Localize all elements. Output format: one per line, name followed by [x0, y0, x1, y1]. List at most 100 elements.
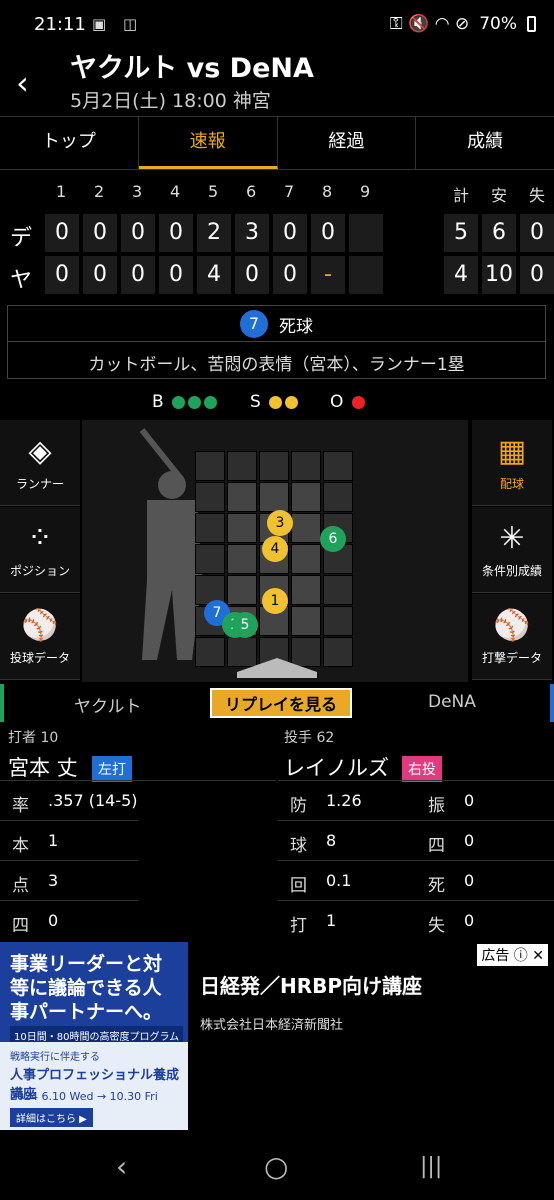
inning-header: 5 [208, 182, 219, 201]
ad-details-button[interactable]: 詳細はこちら ▶ [10, 1108, 93, 1127]
tab-live[interactable]: 速報 [138, 117, 278, 169]
pitcher-stat-value: 0 [464, 871, 475, 890]
pitcher-stat-label: 振 [428, 796, 445, 816]
inning-score: 0 [83, 214, 117, 252]
pitch-grid-icon: ▦ [497, 434, 527, 469]
inning-header: 4 [170, 182, 181, 201]
game-header: ‹ ヤクルト vs DeNA 5月2日(土) 18:00 神宮 [0, 42, 554, 118]
play-description: カットボール、苦悶の表情（宮本）、ランナー1塁 [88, 355, 465, 375]
position-button[interactable]: ⁘ ポジション [0, 507, 80, 593]
system-nav-bar: ‹ ○ ||| [0, 1132, 554, 1200]
notification-icons: ▣ ◫ [92, 15, 144, 33]
pitch-marker[interactable]: 5 [232, 612, 258, 638]
inning-score: 0 [235, 256, 269, 294]
zone-cell [291, 544, 321, 574]
replay-button[interactable]: リプレイを見る [210, 688, 352, 718]
zone-cell [291, 513, 321, 543]
pitcher-stat-value: 1.26 [326, 791, 362, 810]
inning-header: 2 [94, 182, 105, 201]
batter-stat-row: 点3 [0, 860, 138, 900]
battery-icon [527, 16, 536, 32]
pitcher-stat-value: 8 [326, 831, 337, 850]
zone-cell [227, 482, 257, 512]
replay-away-team[interactable]: DeNA [428, 692, 476, 712]
batter-role: 打者 10 [8, 730, 59, 746]
pitcher-stat-label: 失 [428, 916, 445, 936]
pitcher-stat-label: 死 [428, 876, 445, 896]
replay-home-team[interactable]: ヤクルト [74, 692, 142, 717]
ad-banner[interactable]: 事業リーダーと対等に議論できる人事パートナーへ。 10日間・80時間の高密度プロ… [0, 942, 554, 1132]
pitch-marker[interactable]: 3 [267, 510, 293, 536]
out-count: O [330, 392, 365, 412]
batter-stat-label: 四 [12, 916, 29, 936]
split-stats-button[interactable]: ✳ 条件別成績 [472, 507, 552, 593]
pitcher-stat-label: 回 [290, 876, 307, 896]
diamond-icon: ◈ [28, 434, 52, 469]
inning-score: 4 [197, 256, 231, 294]
zone-cell [195, 451, 225, 481]
totals-header: 失 [529, 186, 546, 205]
pitcher-stat-value: 0 [464, 911, 475, 930]
tab-stats[interactable]: 成績 [416, 117, 554, 169]
inning-score: 0 [83, 256, 117, 294]
batter-hand-badge: 左打 [92, 756, 132, 782]
replay-bar: ヤクルト リプレイを見る DeNA [0, 684, 554, 722]
zone-cell [291, 575, 321, 605]
pitcher-stat-value: 1 [326, 911, 337, 930]
field-positions-icon: ⁘ [27, 521, 53, 556]
inning-header: 6 [246, 182, 257, 201]
nav-home-icon[interactable]: ○ [264, 1150, 288, 1183]
game-subtitle: 5月2日(土) 18:00 神宮 [70, 90, 271, 112]
ad-image[interactable]: 事業リーダーと対等に議論できる人事パートナーへ。 10日間・80時間の高密度プロ… [0, 942, 188, 1130]
runner-label: ランナー [15, 477, 64, 491]
ball-dot [188, 395, 202, 409]
tab-progress[interactable]: 経過 [278, 117, 417, 169]
pitcher-hand-badge: 右投 [402, 756, 442, 782]
pitch-marker[interactable]: 1 [262, 588, 288, 614]
play-type: 死球 [279, 316, 314, 337]
pitch-number-badge: 7 [239, 310, 268, 338]
inning-score: 0 [45, 256, 79, 294]
zone-cell [227, 575, 257, 605]
team-abbrev: デ [10, 226, 33, 251]
status-right: ⚿ 🔇 ◠ ⊘ 70% [390, 14, 536, 34]
zone-cell [195, 513, 225, 543]
zone-cell [323, 575, 353, 605]
ball-dot [204, 395, 218, 409]
pitch-sequence-button[interactable]: ▦ 配球 [472, 420, 552, 506]
batting-data-button[interactable]: ⚾ 打撃データ [472, 594, 552, 680]
status-time: 21:11 [34, 14, 86, 35]
pitch-data-button[interactable]: ⚾ 投球データ [0, 594, 80, 680]
runner-button[interactable]: ◈ ランナー [0, 420, 80, 506]
split-stats-label: 条件別成績 [481, 564, 542, 578]
back-arrow-icon[interactable]: ‹ [16, 64, 29, 102]
ad-title[interactable]: 日経発／HRBP向け講座 [200, 970, 422, 999]
ball-dot [172, 395, 186, 409]
zone-cell [195, 544, 225, 574]
strike-dot [269, 395, 283, 409]
batter-stat-label: 本 [12, 836, 29, 856]
total-value: 0 [520, 214, 554, 252]
nav-recent-icon[interactable]: ||| [420, 1154, 442, 1179]
nav-back-icon[interactable]: ‹ [116, 1150, 127, 1183]
batter-name[interactable]: 宮本 丈 [8, 752, 78, 782]
inning-score [349, 214, 383, 252]
play-header: 7 死球 [8, 310, 545, 342]
total-value: 6 [482, 214, 516, 252]
tab-top[interactable]: トップ [0, 117, 139, 169]
game-title: ヤクルト vs DeNA [70, 53, 314, 84]
pitch-data-label: 投球データ [9, 651, 70, 665]
pitch-marker[interactable]: 6 [320, 526, 346, 552]
ad-choices-icon[interactable]: 広告 ⓘ ✕ [477, 944, 548, 966]
total-value: 4 [444, 256, 478, 294]
strike-dot [285, 395, 299, 409]
inning-score: 2 [197, 214, 231, 252]
pitcher-name[interactable]: レイノルズ [284, 752, 389, 782]
pitcher-stat-row: 打1 失0 [278, 900, 554, 940]
inning-header: 7 [284, 182, 295, 201]
zone-cell [323, 482, 353, 512]
totals-header: 安 [491, 186, 508, 205]
inning-score: 0 [159, 214, 193, 252]
ad-image-lower: 戦略実行に伴走する 人事プロフェッショナル養成講座 2024 6.10 Wed … [0, 1042, 188, 1130]
pitch-marker[interactable]: 4 [262, 536, 288, 562]
